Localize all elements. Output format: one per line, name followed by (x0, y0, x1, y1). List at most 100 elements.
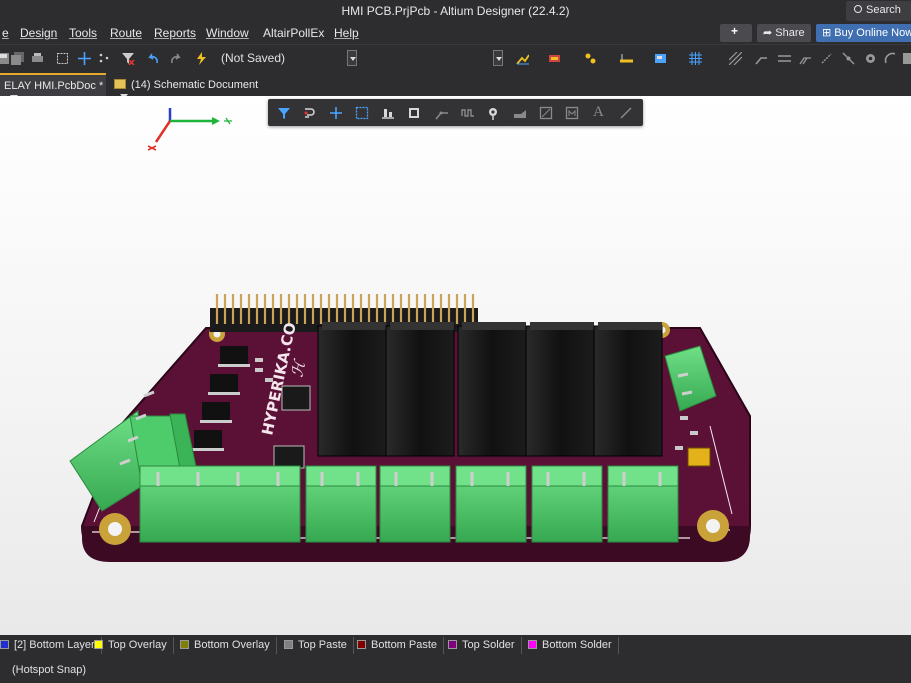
place-via-tool-icon[interactable] (487, 106, 501, 120)
relay (317, 322, 387, 457)
terminal-block-bottom[interactable] (607, 465, 679, 543)
optocoupler (200, 402, 232, 423)
optocoupler (208, 374, 240, 395)
place-pad-icon[interactable] (584, 52, 597, 65)
share-button[interactable]: ➦ Share (757, 24, 811, 42)
terminal-block-bottom[interactable] (139, 465, 301, 543)
relay (457, 322, 527, 457)
active-bar: A (268, 99, 643, 126)
mounting-hole (99, 513, 131, 545)
interactive-route-icon[interactable] (755, 52, 768, 65)
menu-item-file[interactable]: e (2, 26, 9, 40)
layer-tab-top-solder[interactable]: Top Solder (444, 637, 522, 654)
layer-color-swatch (448, 640, 457, 649)
tune-length-icon[interactable] (461, 106, 475, 120)
select-connection-icon[interactable] (303, 106, 317, 120)
layer-dropdown[interactable] (493, 50, 503, 66)
layer-color-swatch (357, 640, 366, 649)
save-all-icon[interactable] (11, 52, 24, 65)
cross-probe-icon[interactable] (195, 52, 208, 65)
schematic-document-icon (114, 79, 126, 89)
fanout-icon[interactable] (820, 52, 833, 65)
tab-pcb-document[interactable]: ELAY HMI.PcbDoc * (0, 73, 106, 100)
grid-icon[interactable] (689, 52, 702, 65)
terminal-block-bottom[interactable] (455, 465, 527, 543)
regulator-ic (273, 445, 305, 469)
place-arc-icon[interactable] (884, 52, 897, 65)
menu-item-route[interactable]: Route (110, 26, 142, 40)
move-crosshair-icon[interactable] (329, 106, 343, 120)
layer-tab-top-paste[interactable]: Top Paste (280, 637, 354, 654)
clear-filter-icon[interactable] (122, 52, 135, 65)
layer-tab-bottom-layer[interactable]: [2] Bottom Layer (0, 637, 102, 654)
place-component-3d-icon[interactable] (407, 106, 421, 120)
status-bar: (Hotspot Snap) (0, 656, 911, 683)
layer-tab-bottom-paste[interactable]: Bottom Paste (353, 637, 445, 654)
buy-online-button[interactable]: ⊞ Buy Online Now (816, 24, 911, 42)
menu-item-design[interactable]: Design (20, 26, 57, 40)
menu-item-tools[interactable]: Tools (69, 26, 97, 40)
layer-tab-top-overlay[interactable]: Top Overlay (90, 637, 174, 654)
mounting-hole (697, 510, 729, 542)
place-component-icon[interactable] (548, 52, 561, 65)
tantalum-capacitor (687, 447, 711, 467)
search-icon (854, 5, 862, 13)
layer-tab-bottom-solder[interactable]: Bottom Solder (524, 637, 619, 654)
tab-schematic-document[interactable]: (14) Schematic Document (110, 73, 270, 99)
terminal-block-bottom[interactable] (379, 465, 451, 543)
hatch-icon[interactable] (729, 52, 742, 65)
layer-tab-label: Bottom Solder (542, 639, 612, 651)
menu-item-help[interactable]: Help (334, 26, 359, 40)
layer-color-swatch (284, 640, 293, 649)
filter-icon[interactable] (277, 106, 291, 120)
layer-tab-bottom-overlay[interactable]: Bottom Overlay (176, 637, 277, 654)
place-track-icon[interactable] (620, 52, 633, 65)
pcb-3d-model[interactable]: HYPERIKA.CO ℋ (60, 286, 760, 571)
print-icon[interactable] (31, 52, 44, 65)
route-interactive-icon[interactable] (435, 106, 449, 120)
route-icon[interactable] (516, 52, 529, 65)
place-polygon-tool-icon[interactable] (539, 106, 553, 120)
document-tab-bar: ELAY HMI.PcbDoc * (14) Schematic Documen… (0, 71, 911, 100)
menu-bar: e Design Tools Route Reports Window Alta… (0, 22, 911, 44)
terminal-block-bottom[interactable] (305, 465, 377, 543)
place-fill-icon[interactable] (902, 52, 911, 65)
layer-tab-label: [2] Bottom Layer (14, 639, 95, 651)
layer-tab-bar: [2] Bottom Layer Top Overlay Bottom Over… (0, 635, 911, 656)
select-area-icon[interactable] (56, 52, 69, 65)
tab-schematic-document-label: (14) Schematic Document (131, 79, 259, 91)
redo-icon[interactable] (169, 52, 182, 65)
place-keepout-icon[interactable] (565, 106, 579, 120)
place-fill-tool-icon[interactable] (513, 106, 527, 120)
select-more-icon[interactable] (98, 52, 111, 65)
multi-route-icon[interactable] (799, 52, 812, 65)
tab-pcb-document-label: ELAY HMI.PcbDoc * (4, 80, 104, 92)
share-label: Share (775, 27, 805, 39)
layer-color-swatch (528, 640, 537, 649)
layer-color-swatch (0, 640, 9, 649)
search-label: Search (866, 4, 901, 16)
diff-pair-icon[interactable] (778, 52, 791, 65)
place-line-icon[interactable] (619, 106, 633, 120)
place-string-icon[interactable]: A (593, 104, 607, 120)
layer-tab-label: Bottom Paste (371, 639, 438, 651)
align-icon[interactable] (381, 106, 395, 120)
variant-dropdown[interactable] (347, 50, 357, 66)
pcb-3d-viewport[interactable]: A HYPERIKA.CO ℋ (0, 96, 911, 635)
search-button[interactable]: Search (846, 1, 911, 21)
via-icon[interactable] (842, 52, 855, 65)
layer-tab-label: Top Paste (298, 639, 347, 651)
save-icon[interactable] (0, 52, 10, 65)
place-via-icon[interactable] (864, 52, 877, 65)
undo-icon[interactable] (147, 52, 160, 65)
menu-item-window[interactable]: Window (206, 26, 249, 40)
menu-item-altairpollex[interactable]: AltairPollEx (263, 26, 324, 40)
move-icon[interactable] (78, 52, 91, 65)
select-box-icon[interactable] (355, 106, 369, 120)
menu-item-reports[interactable]: Reports (154, 26, 196, 40)
layer-tab-label: Bottom Overlay (194, 639, 270, 651)
terminal-block-bottom[interactable] (531, 465, 603, 543)
feedback-button[interactable] (720, 24, 752, 42)
axis-gizmo (147, 108, 232, 151)
place-polygon-icon[interactable] (654, 52, 667, 65)
